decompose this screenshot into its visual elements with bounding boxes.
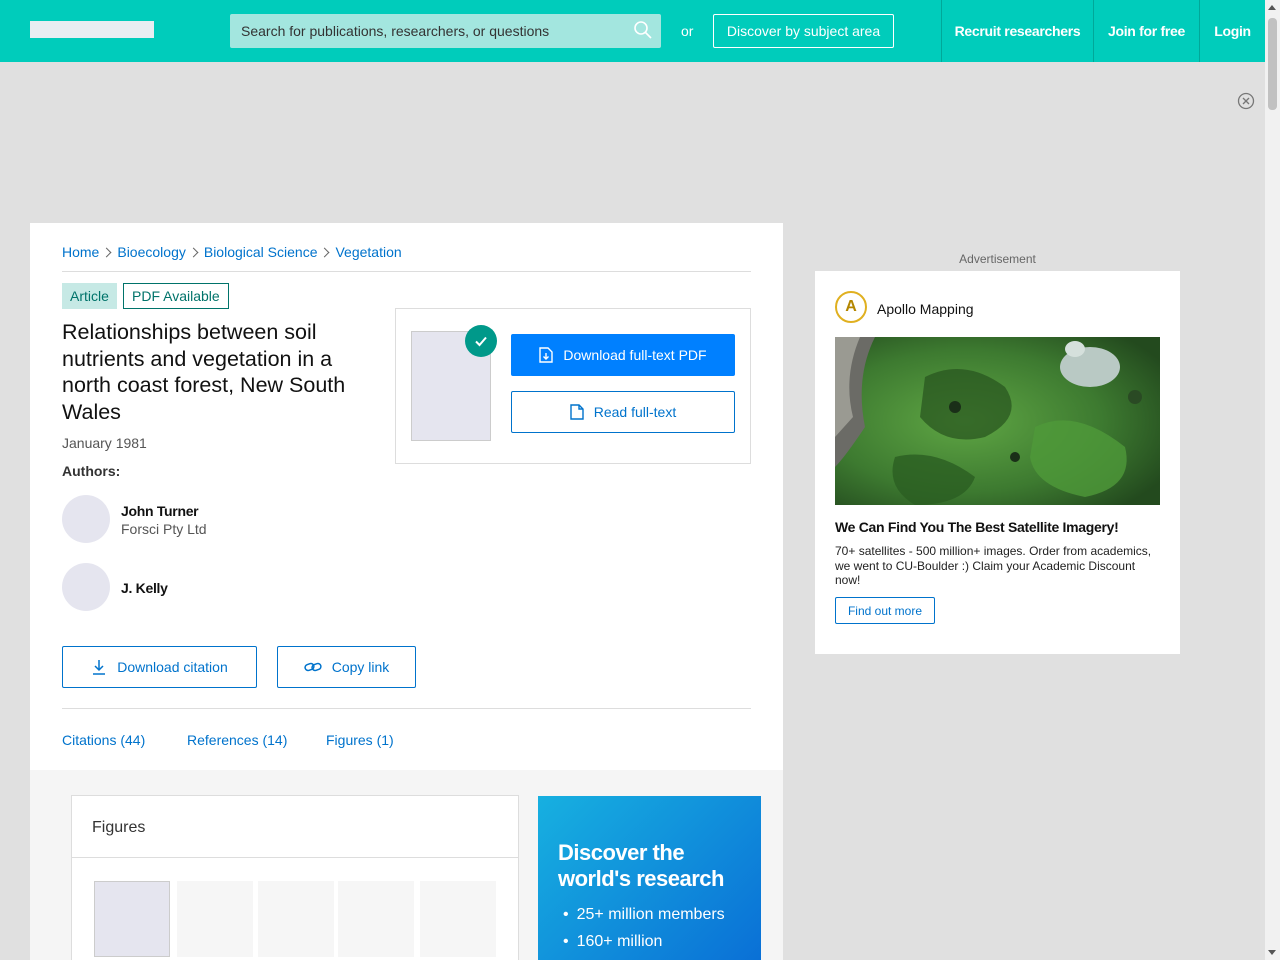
download-pdf-button[interactable]: Download full-text PDF — [511, 334, 735, 376]
search-input[interactable]: Search for publications, researchers, or… — [230, 14, 661, 48]
figure-placeholder — [258, 881, 334, 957]
promo-bullet: 160+ million — [563, 933, 725, 951]
scroll-up-arrow-icon[interactable] — [1268, 5, 1276, 10]
or-label: or — [681, 23, 694, 39]
download-citation-button[interactable]: Download citation — [62, 646, 257, 688]
author-affiliation: Forsci Pty Ltd — [121, 521, 207, 537]
tab-references[interactable]: References (14) — [187, 732, 287, 748]
search-icon[interactable] — [633, 20, 653, 40]
read-fulltext-label: Read full-text — [593, 404, 677, 420]
page-title: Relationships between soil nutrients and… — [62, 320, 346, 424]
login-link[interactable]: Login — [1199, 0, 1265, 62]
breadcrumb-vegetation[interactable]: Vegetation — [335, 244, 401, 260]
search-placeholder: Search for publications, researchers, or… — [241, 23, 550, 39]
download-pdf-label: Download full-text PDF — [563, 347, 707, 363]
authors-label: Authors: — [62, 463, 121, 479]
figure-placeholder — [177, 881, 253, 957]
download-citation-label: Download citation — [117, 659, 228, 675]
figure-placeholder — [338, 881, 414, 957]
advertisement[interactable]: A Apollo Mapping We Can Find You The Bes… — [815, 271, 1180, 654]
author-name[interactable]: John Turner — [121, 503, 199, 519]
file-icon — [570, 404, 584, 420]
promo-title: Discover the world's research — [558, 840, 724, 891]
breadcrumb-bioecology[interactable]: Bioecology — [117, 244, 186, 260]
recruit-researchers-link[interactable]: Recruit researchers — [941, 0, 1093, 62]
site-logo[interactable] — [30, 21, 154, 38]
read-fulltext-button[interactable]: Read full-text — [511, 391, 735, 433]
page-scrollbar[interactable] — [1265, 0, 1280, 960]
join-for-free-link[interactable]: Join for free — [1093, 0, 1199, 62]
chevron-right-icon — [188, 247, 199, 257]
pdf-available-tag: PDF Available — [123, 283, 229, 309]
discover-subject-button[interactable]: Discover by subject area — [713, 14, 894, 48]
check-icon — [465, 325, 497, 357]
ad-body: 70+ satellites - 500 million+ images. Or… — [835, 544, 1152, 587]
publication-card: Home Bioecology Biological Science Veget… — [30, 223, 783, 960]
chevron-right-icon — [101, 247, 112, 257]
top-bar: Search for publications, researchers, or… — [0, 0, 1265, 62]
link-icon — [304, 662, 322, 672]
figure-placeholder — [420, 881, 496, 957]
lower-section: Figures Discover the world's research 25… — [30, 770, 783, 960]
ad-headline[interactable]: We Can Find You The Best Satellite Image… — [835, 519, 1119, 535]
divider — [72, 857, 518, 858]
scroll-thumb[interactable] — [1268, 18, 1277, 110]
avatar[interactable] — [62, 563, 110, 611]
divider — [62, 708, 751, 709]
close-ad-icon[interactable] — [1237, 92, 1255, 110]
apollo-logo-icon: A — [835, 291, 867, 323]
satellite-image[interactable] — [835, 337, 1160, 505]
download-icon — [93, 660, 106, 675]
breadcrumb-biological-science[interactable]: Biological Science — [204, 244, 318, 260]
promo-bullet: 25+ million members — [563, 906, 725, 924]
avatar[interactable] — [62, 495, 110, 543]
copy-link-label: Copy link — [331, 659, 390, 675]
breadcrumb-home[interactable]: Home — [62, 244, 99, 260]
fulltext-panel: Download full-text PDF Read full-text — [395, 308, 751, 464]
publication-date: January 1981 — [62, 435, 147, 451]
ad-label: Advertisement — [959, 252, 1036, 266]
tab-figures[interactable]: Figures (1) — [326, 732, 394, 748]
article-tag: Article — [62, 283, 117, 309]
copy-link-button[interactable]: Copy link — [277, 646, 416, 688]
figures-panel: Figures — [71, 795, 519, 960]
figure-thumbnail[interactable] — [94, 881, 170, 957]
file-download-icon — [539, 347, 554, 363]
promo-list: 25+ million members 160+ million — [563, 906, 725, 960]
figures-title: Figures — [92, 819, 146, 836]
discover-research-promo[interactable]: Discover the world's research 25+ millio… — [538, 796, 761, 960]
chevron-right-icon — [320, 247, 330, 257]
divider — [62, 271, 751, 272]
tab-citations[interactable]: Citations (44) — [62, 732, 145, 748]
ad-brand: Apollo Mapping — [877, 301, 974, 317]
find-out-more-button[interactable]: Find out more — [835, 597, 935, 624]
author-name[interactable]: J. Kelly — [121, 580, 168, 596]
breadcrumb: Home Bioecology Biological Science Veget… — [62, 244, 402, 260]
scroll-down-arrow-icon[interactable] — [1268, 950, 1276, 955]
